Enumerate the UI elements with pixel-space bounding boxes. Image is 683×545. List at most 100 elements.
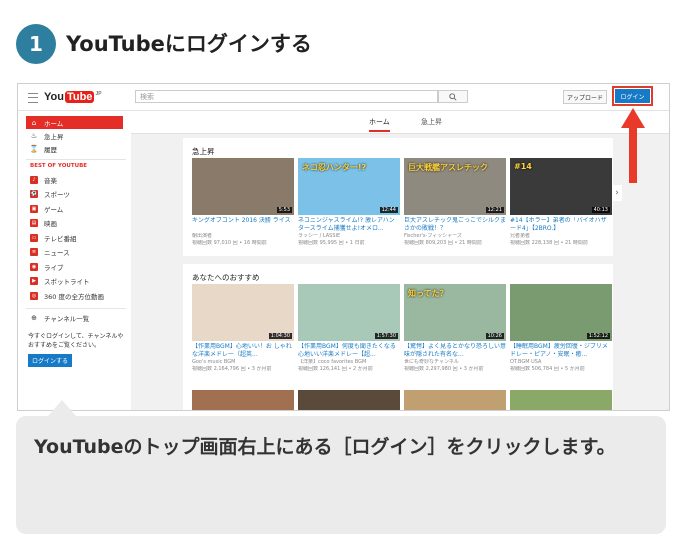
- sidebar-login-button[interactable]: ログインする: [28, 353, 72, 367]
- sidebar-item[interactable]: ♨ 急上昇: [26, 129, 123, 142]
- video-thumbnail[interactable]: 巨大戦艦アスレチック 12:21: [404, 158, 506, 215]
- 360-icon: ◎: [30, 291, 38, 300]
- video-channel[interactable]: 朝出演者: [192, 233, 294, 240]
- video-thumbnail[interactable]: [404, 390, 506, 410]
- video-channel[interactable]: ラッシー / LASSIE: [298, 233, 400, 240]
- video-duration: 40:13: [591, 207, 610, 213]
- video-duration: 1:04:30: [268, 333, 292, 339]
- login-button[interactable]: ログイン: [615, 89, 650, 103]
- video-card[interactable]: #14 40:13 #14【ホラー】弟者の「バイオハザード4」【2BRO.】 兄者弟者…: [510, 158, 612, 247]
- youtube-logo[interactable]: You Tube JP: [44, 91, 102, 103]
- film-icon: ▤: [30, 219, 38, 227]
- video-title[interactable]: 【作業用BGM】心地いい！お しゃれな洋楽メドレー（超英...: [192, 343, 294, 359]
- video-meta: 視聴回数 2,297,980 回 • 3 か月前: [404, 366, 484, 372]
- trending-shelf: 急上昇 5:53 キングオブコント 2016 決勝 ライス 朝出演者 視聴回数 97,…: [183, 138, 613, 256]
- sidebar-item[interactable]: ▶ スポットライト: [26, 275, 123, 288]
- thumbnail-overlay-text: 知ってた？: [408, 289, 448, 298]
- video-title[interactable]: 【睡眠用BGM】疲労回復・ジブリメドレー・ピアノ・安眠・癒...: [510, 343, 612, 359]
- tab-home[interactable]: ホーム: [369, 117, 390, 132]
- search-button[interactable]: [438, 90, 468, 103]
- sidebar-item-label: 360 度の全方位動画: [44, 292, 104, 301]
- sidebar-item-label: ホーム: [44, 119, 64, 128]
- video-title[interactable]: 巨大アスレチック鬼ごっこでシルクまさかの敗戦！？: [404, 217, 506, 233]
- menu-icon[interactable]: [28, 93, 38, 103]
- recommended-shelf: あなたへのおすすめ 1:04:30 【作業用BGM】心地いい！お しゃれな洋楽メド…: [183, 264, 613, 410]
- caption-pointer: [48, 400, 76, 416]
- video-duration: 12:21: [485, 207, 504, 213]
- search-input[interactable]: 検索: [135, 90, 438, 103]
- logo-tube: Tube: [64, 91, 95, 103]
- video-title[interactable]: ネコニンジャスライム!? 激レアハンタースライム捕獲せよ!オメロ...: [298, 217, 400, 233]
- video-thumbnail[interactable]: 1:57:30: [298, 284, 400, 341]
- video-thumbnail[interactable]: 知ってた？ 10:26: [404, 284, 506, 341]
- sidebar-item[interactable]: ◎ 360 度の全方位動画: [26, 289, 123, 302]
- video-channel[interactable]: Goo's music BGM: [192, 359, 294, 366]
- video-card[interactable]: 1:57:30 【作業用BGM】何度も聞きたくなる心地いい洋楽メドレー【超... 【…: [298, 284, 400, 373]
- video-channel[interactable]: 【洋楽】coco favorites BGM: [298, 359, 400, 366]
- sidebar-item[interactable]: ⚽ スポーツ: [26, 188, 123, 201]
- thumbnail-overlay-text: #14: [514, 162, 532, 171]
- video-meta: 視聴回数 228,138 回 • 21 時間前: [510, 240, 588, 246]
- video-thumbnail[interactable]: [192, 390, 294, 410]
- upload-button[interactable]: アップロード: [563, 90, 607, 104]
- sidebar-item[interactable]: ⌂ ホーム: [26, 116, 123, 129]
- sidebar-divider: [26, 307, 126, 309]
- sidebar-item-label: 音楽: [44, 176, 57, 185]
- video-card[interactable]: 1:04:30 【作業用BGM】心地いい！お しゃれな洋楽メドレー（超英... Go…: [192, 284, 294, 373]
- caption-box: YouTubeのトップ画面右上にある［ログイン］をクリックします。: [16, 416, 666, 534]
- video-title[interactable]: #14【ホラー】弟者の「バイオハザード4」【2BRO.】: [510, 217, 612, 233]
- video-card[interactable]: 1:52:12 【睡眠用BGM】疲労回復・ジブリメドレー・ピアノ・安眠・癒... O…: [510, 284, 612, 373]
- video-card[interactable]: ネコ忍ハンター!? 12:44 ネコニンジャスライム!? 激レアハンタースライム捕獲…: [298, 158, 400, 247]
- video-card[interactable]: 5:53 キングオブコント 2016 決勝 ライス 朝出演者 視聴回数 97,010 …: [192, 158, 294, 247]
- video-card[interactable]: 巨大戦艦アスレチック 12:21 巨大アスレチック鬼ごっこでシルクまさかの敗戦！？ F…: [404, 158, 506, 247]
- tab-trending[interactable]: 急上昇: [421, 117, 442, 127]
- video-thumbnail[interactable]: [510, 390, 612, 410]
- video-title[interactable]: 【驚愕】よく見るとかなり恐ろしい意味が隠された有名な...: [404, 343, 506, 359]
- video-duration: 1:57:30: [374, 333, 398, 339]
- sports-icon: ⚽: [30, 190, 38, 198]
- logo-you: You: [44, 91, 64, 103]
- home-icon: ⌂: [31, 118, 37, 127]
- caption-text: YouTubeのトップ画面右上にある［ログイン］をクリックします。: [34, 436, 616, 458]
- video-thumbnail[interactable]: 1:52:12: [510, 284, 612, 341]
- video-thumbnail[interactable]: ネコ忍ハンター!? 12:44: [298, 158, 400, 215]
- video-thumbnail[interactable]: [298, 390, 400, 410]
- thumbnail-overlay-text: 巨大戦艦アスレチック: [408, 163, 488, 172]
- sidebar-item[interactable]: ≡ ニュース: [26, 246, 123, 259]
- video-duration: 5:53: [276, 207, 292, 213]
- sidebar-item[interactable]: ⌛ 履歴: [26, 142, 123, 155]
- video-meta: 視聴回数 2,164,796 回 • 3 か月前: [192, 366, 272, 372]
- video-channel[interactable]: 世にも奇妙なチャンネル: [404, 359, 506, 366]
- youtube-topbar: You Tube JP 検索 アップロード ログイン: [18, 84, 669, 111]
- video-meta: 視聴回数 126,141 回 • 2 か月前: [298, 366, 373, 372]
- sidebar-item-label: ライブ: [44, 263, 64, 272]
- music-icon: ♪: [30, 175, 38, 184]
- step-title: YouTubeにログインする: [66, 32, 312, 56]
- video-channel[interactable]: Fischer's-フィッシャーズ: [404, 233, 506, 240]
- video-channel[interactable]: 兄者弟者: [510, 233, 612, 240]
- video-card[interactable]: 知ってた？ 10:26 【驚愕】よく見るとかなり恐ろしい意味が隠された有名な... 世…: [404, 284, 506, 373]
- feed-tabs: ホーム 急上昇: [131, 111, 669, 134]
- sidebar-item[interactable]: ▤ 映画: [26, 217, 123, 230]
- sidebar-item-label: 映画: [44, 220, 57, 228]
- video-thumbnail[interactable]: 5:53: [192, 158, 294, 215]
- sidebar-item-channels[interactable]: ⊕ チャンネル一覧: [26, 312, 123, 325]
- video-title[interactable]: キングオブコント 2016 決勝 ライス: [192, 217, 294, 233]
- sidebar-item[interactable]: ▭ テレビ番組: [26, 231, 123, 244]
- video-meta: 視聴回数 506,784 回 • 5 か月前: [510, 366, 585, 372]
- hourglass-icon: ⌛: [29, 144, 39, 153]
- sidebar-item[interactable]: ♪ 音楽: [26, 173, 123, 186]
- sidebar-item-label: 急上昇: [44, 132, 64, 141]
- shelf-next-icon[interactable]: ›: [612, 185, 622, 201]
- sidebar-item[interactable]: ◉ ライブ: [26, 260, 123, 273]
- video-channel[interactable]: OT.BGM USA: [510, 359, 612, 366]
- sidebar-item[interactable]: ▣ ゲーム: [26, 202, 123, 215]
- sidebar-item-label: スポーツ: [44, 191, 70, 199]
- sidebar-item-label: ニュース: [44, 249, 70, 257]
- video-thumbnail[interactable]: #14 40:13: [510, 158, 612, 215]
- video-thumbnail[interactable]: 1:04:30: [192, 284, 294, 341]
- news-icon: ≡: [30, 248, 38, 256]
- video-duration: 1:52:12: [586, 333, 610, 339]
- video-meta: 視聴回数 97,010 回 • 16 時間前: [192, 240, 267, 246]
- video-title[interactable]: 【作業用BGM】何度も聞きたくなる心地いい洋楽メドレー【超...: [298, 343, 400, 359]
